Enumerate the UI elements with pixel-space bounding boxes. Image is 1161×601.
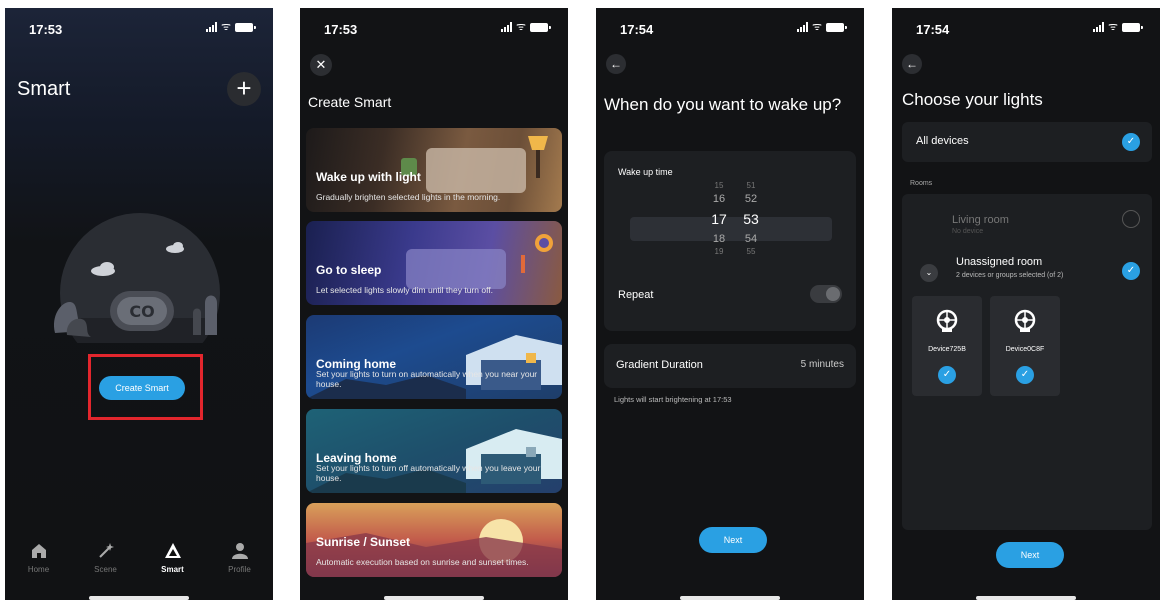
battery-icon bbox=[826, 22, 847, 32]
repeat-label: Repeat bbox=[618, 289, 654, 301]
battery-icon bbox=[530, 22, 551, 32]
home-indicator bbox=[384, 596, 484, 600]
next-button[interactable]: Next bbox=[699, 527, 767, 553]
tab-home[interactable]: Home bbox=[9, 540, 69, 590]
wifi-icon: ᯤ bbox=[1107, 21, 1118, 33]
device-check-icon[interactable]: ✓ bbox=[1016, 366, 1034, 384]
light-bulb-icon bbox=[1014, 309, 1036, 332]
card-description: Set your lights to turn on automatically… bbox=[316, 369, 538, 389]
wake-time-card: Wake up time 15 16 17 18 19 51 52 53 54 … bbox=[604, 151, 856, 331]
choose-lights-screen: 17:54 ᯤ ← Choose your lights All devices… bbox=[892, 8, 1160, 600]
card-coming-home[interactable]: Coming home Set your lights to turn on a… bbox=[306, 315, 562, 399]
smart-screen: 17:53 ᯤ Smart + CO Create Smart Home Sce… bbox=[5, 8, 273, 600]
status-time: 17:53 bbox=[324, 22, 358, 37]
home-indicator bbox=[680, 596, 780, 600]
card-description: Let selected lights slowly dim until the… bbox=[316, 285, 494, 295]
card-go-to-sleep[interactable]: Go to sleep Let selected lights slowly d… bbox=[306, 221, 562, 305]
room-name: Living room bbox=[952, 214, 1009, 226]
hour-picker[interactable]: 15 16 17 18 19 bbox=[708, 181, 730, 257]
page-title: Create Smart bbox=[308, 94, 392, 110]
back-button[interactable]: ← bbox=[902, 54, 922, 74]
page-title: When do you want to wake up? bbox=[604, 95, 842, 114]
card-title: Wake up with light bbox=[316, 170, 421, 184]
rooms-list: Living room No device ⌄ Unassigned room … bbox=[902, 194, 1152, 530]
tab-smart[interactable]: Smart bbox=[143, 540, 203, 590]
status-bar: 17:53 ᯤ bbox=[300, 8, 568, 48]
repeat-toggle[interactable] bbox=[810, 285, 842, 303]
tab-bar: Home Scene Smart Profile bbox=[5, 540, 273, 590]
device-card[interactable]: Device0C8F ✓ bbox=[990, 296, 1060, 396]
wake-time-label: Wake up time bbox=[618, 167, 673, 177]
card-description: Gradually brighten selected lights in th… bbox=[316, 192, 501, 202]
magic-wand-icon bbox=[76, 540, 136, 562]
room-subtitle: No device bbox=[952, 228, 984, 235]
home-indicator bbox=[976, 596, 1076, 600]
all-devices-label: All devices bbox=[916, 135, 969, 147]
arrow-left-icon: ← bbox=[906, 57, 918, 71]
card-description: Set your lights to turn off automaticall… bbox=[316, 463, 541, 483]
all-devices-check-icon[interactable]: ✓ bbox=[1122, 133, 1140, 151]
wake-time-screen: 17:54 ᯤ ← When do you want to wake up? W… bbox=[596, 8, 864, 600]
page-title: Smart bbox=[17, 78, 71, 100]
device-card[interactable]: Device725B ✓ bbox=[912, 296, 982, 396]
card-leaving-home[interactable]: Leaving home Set your lights to turn off… bbox=[306, 409, 562, 493]
brightening-note: Lights will start brightening at 17:53 bbox=[614, 395, 732, 404]
light-bulb-icon bbox=[936, 309, 958, 332]
wifi-icon: ᯤ bbox=[515, 21, 526, 33]
back-button[interactable]: ← bbox=[606, 54, 626, 74]
profile-icon bbox=[210, 540, 270, 562]
battery-icon bbox=[235, 22, 256, 32]
home-icon bbox=[9, 540, 69, 562]
status-time: 17:54 bbox=[620, 22, 654, 37]
card-wake-up[interactable]: Wake up with light Gradually brighten se… bbox=[306, 128, 562, 212]
status-bar: 17:53 ᯤ bbox=[5, 8, 273, 48]
device-check-icon[interactable]: ✓ bbox=[938, 366, 956, 384]
card-sunrise-sunset[interactable]: Sunrise / Sunset Automatic execution bas… bbox=[306, 503, 562, 577]
tab-profile[interactable]: Profile bbox=[210, 540, 270, 590]
battery-icon bbox=[1122, 22, 1143, 32]
device-name: Device725B bbox=[928, 346, 966, 353]
picker-selection bbox=[630, 217, 832, 241]
page-title: Choose your lights bbox=[902, 90, 1043, 109]
smart-icon bbox=[143, 540, 203, 562]
next-button[interactable]: Next bbox=[996, 542, 1064, 568]
tab-scene[interactable]: Scene bbox=[76, 540, 136, 590]
close-icon: ✕ bbox=[315, 57, 327, 72]
all-devices-row[interactable]: All devices ✓ bbox=[902, 122, 1152, 162]
room-unchecked-icon[interactable] bbox=[1122, 210, 1140, 228]
card-description: Automatic execution based on sunrise and… bbox=[316, 557, 529, 567]
create-smart-screen: 17:53 ᯤ ✕ Create Smart Wake up with ligh… bbox=[300, 8, 568, 600]
gradient-duration-label: Gradient Duration bbox=[616, 359, 703, 371]
status-time: 17:53 bbox=[29, 22, 63, 37]
status-bar: 17:54 ᯤ bbox=[892, 8, 1160, 48]
add-button[interactable]: + bbox=[227, 72, 261, 106]
gradient-duration-value: 5 minutes bbox=[800, 359, 844, 370]
card-title: Sunrise / Sunset bbox=[316, 535, 411, 549]
home-indicator bbox=[89, 596, 189, 600]
smart-illustration: CO bbox=[54, 213, 220, 343]
minute-picker[interactable]: 51 52 53 54 55 bbox=[740, 181, 762, 257]
gradient-duration-row[interactable]: Gradient Duration 5 minutes bbox=[604, 344, 856, 388]
device-name: Device0C8F bbox=[1005, 346, 1045, 353]
card-title: Go to sleep bbox=[316, 263, 382, 277]
rooms-heading: Rooms bbox=[910, 180, 933, 187]
chevron-down-icon[interactable]: ⌄ bbox=[920, 264, 938, 282]
room-check-icon[interactable]: ✓ bbox=[1122, 262, 1140, 280]
signal-icon bbox=[205, 22, 217, 32]
create-smart-button[interactable]: Create Smart bbox=[99, 376, 185, 400]
arrow-left-icon: ← bbox=[610, 57, 622, 71]
wifi-icon: ᯤ bbox=[811, 21, 822, 33]
wifi-icon: ᯤ bbox=[220, 21, 231, 33]
status-time: 17:54 bbox=[916, 22, 950, 37]
svg-text:CO: CO bbox=[129, 302, 154, 321]
signal-icon bbox=[500, 22, 512, 32]
room-subtitle: 2 devices or groups selected (of 2) bbox=[956, 272, 1064, 279]
signal-icon bbox=[1092, 22, 1104, 32]
room-name: Unassigned room bbox=[956, 256, 1043, 268]
signal-icon bbox=[796, 22, 808, 32]
status-bar: 17:54 ᯤ bbox=[596, 8, 864, 48]
close-button[interactable]: ✕ bbox=[310, 54, 332, 76]
